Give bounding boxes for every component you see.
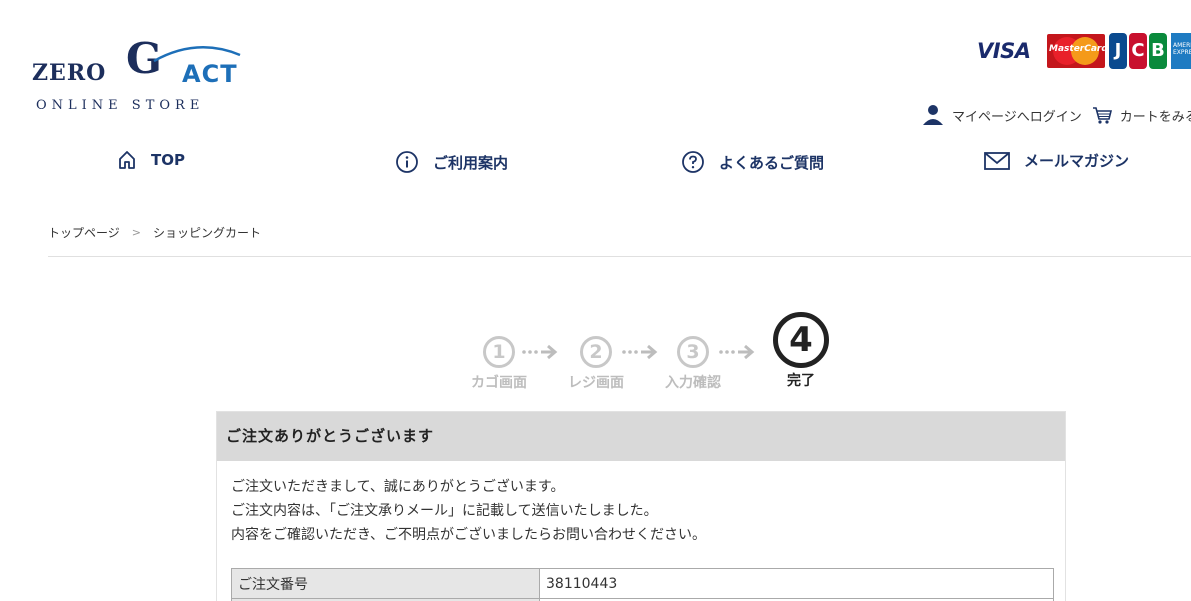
step-arrow-icon	[522, 344, 558, 360]
cart-link[interactable]: カートをみる	[1092, 105, 1191, 125]
panel-message: ご注文いただきまして、誠にありがとうございます。 ご注文内容は、「ご注文承りメー…	[217, 461, 1065, 561]
nav-guide-label: ご利用案内	[433, 153, 509, 172]
step-number: 3	[677, 336, 709, 368]
step-arrow-icon	[622, 344, 658, 360]
order-number-label: ご注文番号	[231, 568, 540, 599]
step-label: カゴ画面	[471, 375, 527, 391]
home-icon	[119, 151, 135, 169]
nav-faq-label: よくあるご質問	[719, 153, 825, 172]
logo-text-act: ACT	[182, 60, 238, 88]
user-icon	[923, 105, 943, 125]
order-info-table: ご注文番号 38110443	[231, 568, 1054, 601]
breadcrumb-home[interactable]: トップページ	[48, 224, 120, 241]
nav-faq[interactable]: よくあるご質問	[681, 150, 824, 174]
message-line: 内容をご確認いただき、ご不明点がございましたらお問い合わせください。	[231, 527, 707, 543]
info-icon	[396, 151, 418, 173]
cart-icon	[1092, 107, 1112, 124]
breadcrumb-current: ショッピングカート	[152, 226, 261, 240]
nav-top-label: TOP	[151, 151, 185, 169]
mail-icon	[984, 151, 1010, 170]
message-line: ご注文いただきまして、誠にありがとうございます。	[231, 479, 565, 495]
nav-mailmagazine-label: メールマガジン	[1024, 152, 1130, 170]
step-complete: 4 完了	[771, 312, 831, 390]
breadcrumb: トップページ > ショッピングカート	[48, 224, 261, 241]
step-number-active: 4	[773, 312, 829, 368]
breadcrumb-separator: >	[131, 226, 141, 239]
mypage-login-label: マイページへログイン	[952, 109, 1082, 125]
store-logo[interactable]: ZERO G ACT ONLINE STORE	[32, 38, 247, 118]
order-number-value: 38110443	[539, 568, 1054, 599]
header-divider	[48, 256, 1191, 257]
mypage-login-link[interactable]: マイページへログイン	[922, 104, 1082, 126]
table-row: ご注文番号 38110443	[231, 568, 1054, 599]
nav-mailmagazine[interactable]: メールマガジン	[984, 150, 1129, 171]
amex-logo: AMERICAN EXPRESS	[1171, 33, 1191, 69]
logo-subtitle: ONLINE STORE	[36, 98, 205, 113]
step-number: 2	[580, 336, 612, 368]
jcb-logo: JCB	[1109, 33, 1167, 69]
logo-text-main: ZERO	[32, 60, 107, 86]
step-number: 1	[483, 336, 515, 368]
step-label-active: 完了	[787, 373, 815, 389]
payment-cards: VISA MasterCard JCB AMERICAN EXPRESS	[977, 33, 1191, 69]
account-links: マイページへログイン カートをみる	[922, 104, 1191, 126]
checkout-steps: 1 カゴ画面 2 レジ画面 3 入力確認 4 完了	[465, 310, 845, 400]
panel-title: ご注文ありがとうございます	[217, 412, 1065, 461]
visa-logo: VISA	[977, 39, 1031, 63]
step-arrow-icon	[719, 344, 755, 360]
nav-top[interactable]: TOP	[117, 150, 185, 170]
step-label: 入力確認	[665, 375, 721, 391]
cart-label: カートをみる	[1119, 109, 1191, 125]
order-complete-panel: ご注文ありがとうございます ご注文いただきまして、誠にありがとうございます。 ご…	[216, 411, 1066, 601]
nav-guide[interactable]: ご利用案内	[395, 150, 508, 174]
question-icon	[682, 151, 704, 173]
step-label: レジ画面	[568, 375, 624, 391]
mastercard-logo: MasterCard	[1047, 34, 1105, 68]
message-line: ご注文内容は、「ご注文承りメール」に記載して送信いたしました。	[231, 503, 658, 519]
